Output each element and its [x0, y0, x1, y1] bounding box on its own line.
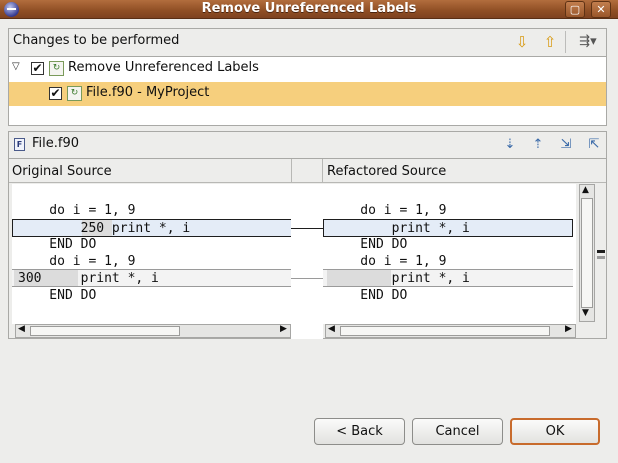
scroll-thumb[interactable] — [30, 326, 180, 336]
code-line: END DO — [329, 288, 408, 303]
code-line: END DO — [18, 288, 97, 303]
next-change-icon[interactable]: ⇩ — [511, 31, 533, 53]
refactored-vertical-scrollbar[interactable]: ▲ ▼ — [579, 184, 595, 322]
copy-left-to-right-icon[interactable]: ⇡ — [527, 134, 549, 156]
code-line: print *, i — [329, 221, 470, 236]
copy-right-to-left-icon[interactable]: ⇣ — [499, 134, 521, 156]
original-horizontal-scrollbar[interactable]: ◀ ▶ — [15, 324, 291, 338]
file-checkbox[interactable]: ✔ — [49, 87, 62, 100]
scroll-left-icon[interactable]: ◀ — [18, 324, 25, 334]
next-difference-icon[interactable]: ⇲ — [555, 134, 577, 156]
cancel-button[interactable]: Cancel — [412, 418, 503, 445]
scroll-thumb[interactable] — [581, 198, 593, 308]
code-line: END DO — [329, 237, 408, 252]
refactored-horizontal-scrollbar[interactable]: ◀ ▶ — [325, 324, 576, 338]
scroll-thumb[interactable] — [340, 326, 550, 336]
original-header: Original Source — [9, 159, 291, 183]
original-source-pane[interactable]: do i = 1, 9 250 print *, i END DO do i =… — [12, 184, 293, 324]
tree-row-refactoring[interactable]: ▽ ✔ ↻ Remove Unreferenced Labels — [9, 57, 606, 81]
fortran-file-icon: F — [14, 138, 25, 151]
scroll-right-icon[interactable]: ▶ — [565, 324, 572, 334]
original-header-label: Original Source — [12, 164, 112, 179]
code-line: do i = 1, 9 — [18, 254, 136, 269]
code-line: do i = 1, 9 — [329, 254, 447, 269]
preview-file-label: File.f90 — [32, 136, 80, 151]
refactored-source-pane[interactable]: do i = 1, 9 print *, i END DO do i = 1, … — [323, 184, 576, 324]
changes-header: Changes to be performed ⇩ ⇧ ⇶▾ — [8, 28, 607, 56]
previous-difference-icon[interactable]: ⇱ — [583, 134, 605, 156]
code-line: do i = 1, 9 — [18, 203, 136, 218]
window-title: Remove Unreferenced Labels — [201, 1, 417, 16]
expand-arrow-icon[interactable]: ▽ — [12, 61, 20, 72]
code-line: do i = 1, 9 — [329, 203, 447, 218]
scroll-right-icon[interactable]: ▶ — [280, 324, 287, 334]
center-gutter-header — [291, 159, 323, 183]
refactored-header: Refactored Source — [323, 159, 606, 183]
preview-header: F File.f90 ⇣ ⇡ ⇲ ⇱ — [8, 131, 607, 158]
changes-label: Changes to be performed — [13, 33, 180, 48]
code-line: END DO — [18, 237, 97, 252]
toolbar-separator — [565, 31, 566, 53]
refactored-header-label: Refactored Source — [327, 164, 447, 179]
ok-button[interactable]: OK — [510, 418, 600, 445]
refactoring-icon: ↻ — [49, 61, 64, 76]
connector-line — [291, 228, 323, 229]
connector-line — [291, 278, 323, 279]
overview-change-marker[interactable] — [597, 250, 605, 253]
overview-change-marker[interactable] — [597, 256, 605, 259]
tree-label: Remove Unreferenced Labels — [68, 60, 259, 75]
close-button[interactable]: ✕ — [591, 1, 611, 18]
scroll-left-icon[interactable]: ◀ — [328, 324, 335, 334]
filter-menu-icon[interactable]: ⇶▾ — [571, 31, 605, 53]
code-line: 300 print *, i — [18, 271, 159, 286]
tree-row-file[interactable]: ✔ ↻ File.f90 - MyProject — [9, 82, 606, 106]
scroll-down-icon[interactable]: ▼ — [582, 308, 589, 318]
title-bar: Remove Unreferenced Labels ▢ ✕ — [0, 0, 618, 19]
refactoring-checkbox[interactable]: ✔ — [31, 62, 44, 75]
center-gutter — [291, 184, 323, 339]
scroll-up-icon[interactable]: ▲ — [582, 185, 589, 195]
code-line: 250 print *, i — [18, 221, 191, 236]
changes-tree: ▽ ✔ ↻ Remove Unreferenced Labels ✔ ↻ Fil… — [8, 56, 607, 126]
maximize-button[interactable]: ▢ — [565, 1, 585, 18]
code-line: print *, i — [329, 271, 470, 286]
compare-viewer: Original Source Refactored Source do i =… — [8, 158, 607, 339]
file-change-icon: ↻ — [67, 86, 82, 101]
tree-label: File.f90 - MyProject — [86, 85, 210, 100]
back-button[interactable]: < Back — [314, 418, 405, 445]
previous-change-icon[interactable]: ⇧ — [539, 31, 561, 53]
